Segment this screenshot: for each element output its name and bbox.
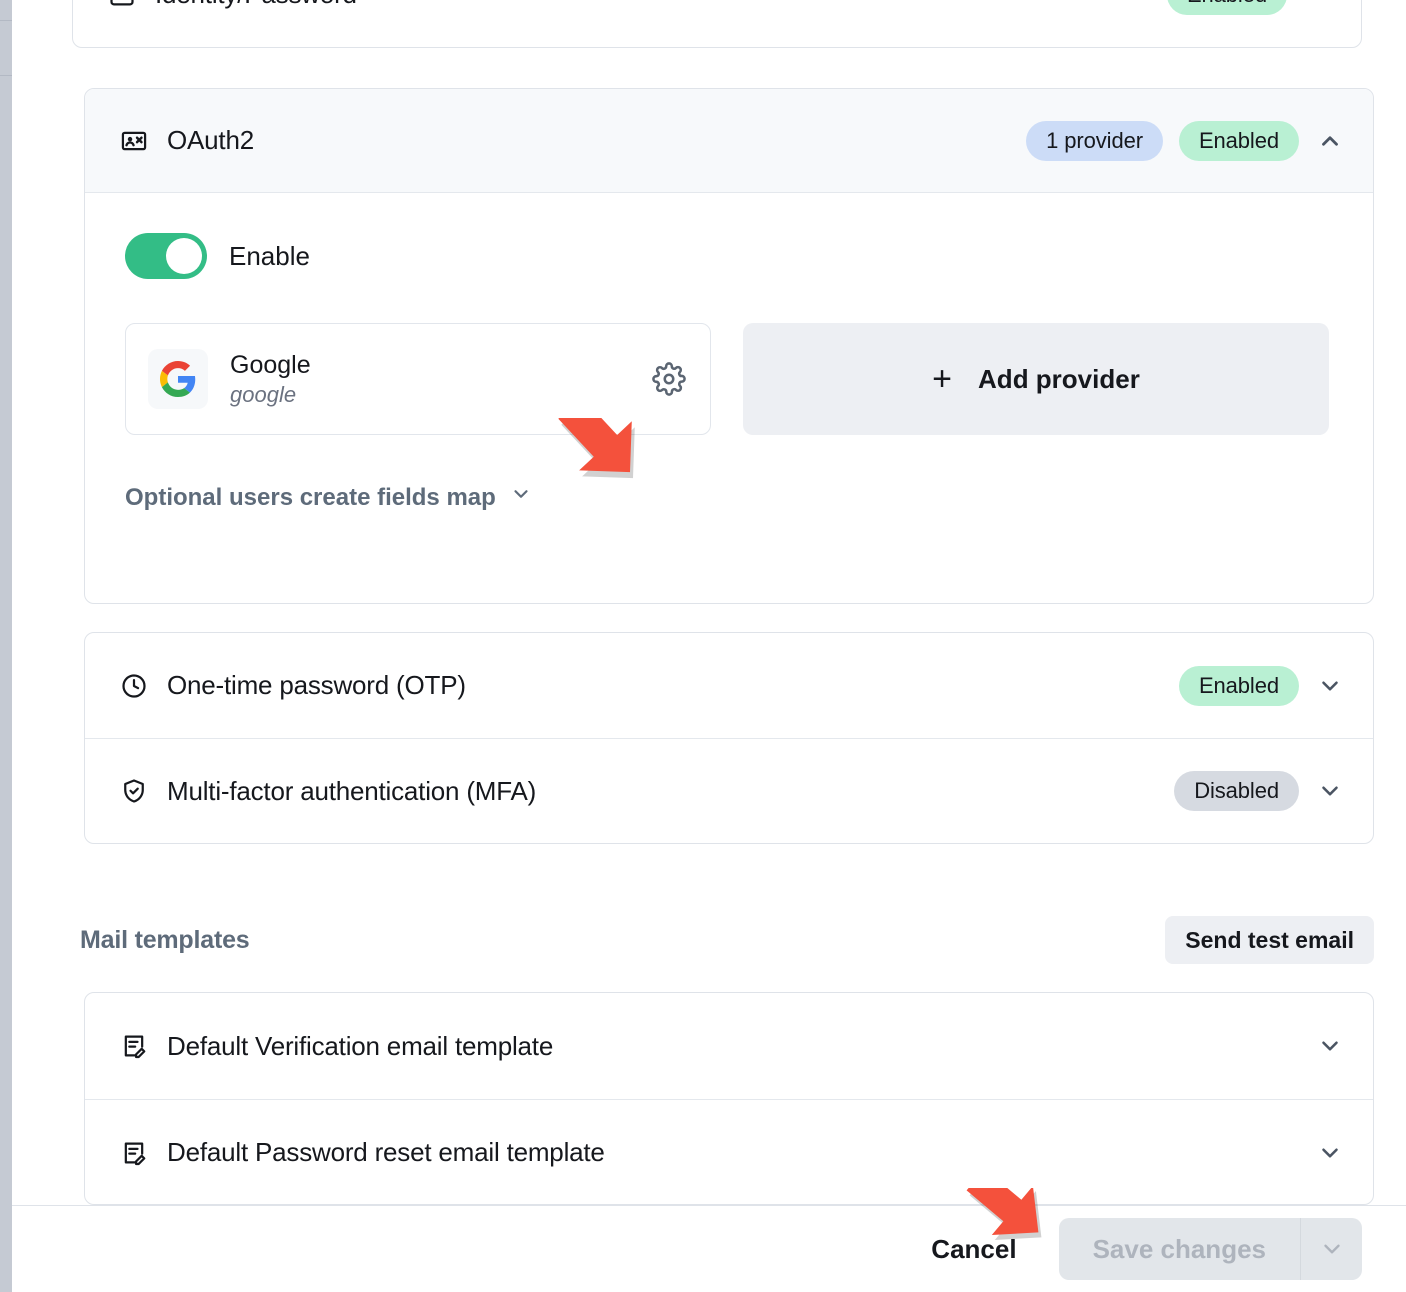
- auth-method-row-identity[interactable]: Identity/Password Enabled: [73, 0, 1361, 48]
- auth-method-label-oauth2: OAuth2: [167, 125, 254, 155]
- mail-template-label: Default Verification email template: [167, 1030, 554, 1061]
- auth-method-right-oauth2: 1 provider Enabled: [1026, 120, 1345, 161]
- auth-method-label-identity: Identity/Password: [155, 0, 357, 10]
- provider-key: google: [230, 381, 297, 407]
- google-logo-icon: [148, 349, 208, 409]
- left-edge-gutter: [0, 0, 12, 1292]
- status-badge-oauth2: Enabled: [1178, 120, 1299, 161]
- save-changes-dropdown-button[interactable]: [1300, 1218, 1362, 1280]
- mail-template-row-verification[interactable]: Default Verification email template: [85, 993, 1373, 1099]
- provider-list: Google google + Add provider: [125, 323, 1333, 435]
- status-badge-otp: Enabled: [1178, 665, 1299, 706]
- chevron-down-icon[interactable]: [1315, 1031, 1345, 1061]
- oauth2-enable-row: Enable: [125, 233, 1333, 279]
- add-provider-label: Add provider: [978, 363, 1140, 394]
- form-action-bar: Cancel Save changes: [12, 1205, 1406, 1292]
- gear-icon[interactable]: [652, 362, 686, 396]
- chevron-up-icon[interactable]: [1315, 126, 1345, 156]
- shield-check-icon: [119, 776, 149, 806]
- chevron-down-icon[interactable]: [1315, 671, 1345, 701]
- mail-templates-heading: Mail templates: [80, 925, 250, 954]
- clock-icon: [119, 671, 149, 701]
- app-root: Identity/Password Enabled: [0, 0, 1406, 1292]
- mail-templates-card: Default Verification email template Defa…: [84, 992, 1374, 1205]
- enable-toggle-label: Enable: [229, 240, 310, 271]
- chevron-down-icon[interactable]: [1303, 0, 1333, 10]
- chevron-down-icon[interactable]: [1315, 776, 1345, 806]
- save-changes-button[interactable]: Save changes: [1058, 1218, 1300, 1280]
- mail-template-label: Default Password reset email template: [167, 1137, 605, 1167]
- auth-method-card-identity: Identity/Password Enabled: [72, 0, 1362, 48]
- document-edit-icon: [119, 1031, 149, 1061]
- auth-method-card-otp-mfa: One-time password (OTP) Enabled Multi-fa…: [84, 632, 1374, 844]
- enable-toggle[interactable]: [125, 233, 207, 279]
- auth-method-label-mfa: Multi-factor authentication (MFA): [167, 775, 537, 806]
- mail-template-right-verification: [1315, 1031, 1345, 1061]
- auth-method-card-oauth2: OAuth2 1 provider Enabled Enable Google …: [84, 88, 1374, 604]
- provider-text-google: Google google: [230, 351, 311, 407]
- optional-fields-map-toggle[interactable]: Optional users create fields map: [125, 483, 532, 512]
- settings-page: Identity/Password Enabled: [12, 0, 1406, 1292]
- oauth2-panel-body: Enable Google google + Add provider Opti…: [85, 193, 1373, 512]
- status-badge-mfa: Disabled: [1174, 771, 1299, 811]
- oauth-identity-icon: [119, 126, 149, 156]
- provider-card-google[interactable]: Google google: [125, 323, 711, 435]
- cancel-button[interactable]: Cancel: [923, 1222, 1024, 1277]
- status-badge-identity: Enabled: [1166, 0, 1287, 15]
- chevron-down-icon[interactable]: [1315, 1138, 1345, 1168]
- provider-count-badge: 1 provider: [1026, 120, 1163, 161]
- auth-method-row-otp[interactable]: One-time password (OTP) Enabled: [85, 633, 1373, 738]
- document-edit-icon: [119, 1138, 149, 1168]
- plus-icon: +: [932, 360, 953, 398]
- auth-method-right-identity: Enabled: [1166, 0, 1333, 15]
- auth-method-right-mfa: Disabled: [1174, 771, 1345, 811]
- auth-method-row-mfa[interactable]: Multi-factor authentication (MFA) Disabl…: [85, 738, 1373, 843]
- chevron-down-icon: [510, 483, 532, 512]
- mail-template-row-password-reset[interactable]: Default Password reset email template: [85, 1099, 1373, 1204]
- save-changes-group: Save changes: [1058, 1218, 1362, 1280]
- add-provider-button[interactable]: + Add provider: [743, 323, 1329, 435]
- provider-title: Google: [230, 350, 311, 379]
- auth-method-label-otp: One-time password (OTP): [167, 670, 466, 700]
- auth-method-row-oauth2[interactable]: OAuth2 1 provider Enabled: [85, 89, 1373, 193]
- mail-template-right-password-reset: [1315, 1138, 1345, 1168]
- send-test-email-button[interactable]: Send test email: [1165, 916, 1374, 964]
- settings-content: Identity/Password Enabled: [12, 0, 1406, 1205]
- mail-templates-header: Mail templates Send test email: [80, 915, 1374, 965]
- optional-fields-map-label: Optional users create fields map: [125, 483, 496, 511]
- auth-method-right-otp: Enabled: [1178, 665, 1345, 706]
- id-card-icon: [107, 0, 137, 10]
